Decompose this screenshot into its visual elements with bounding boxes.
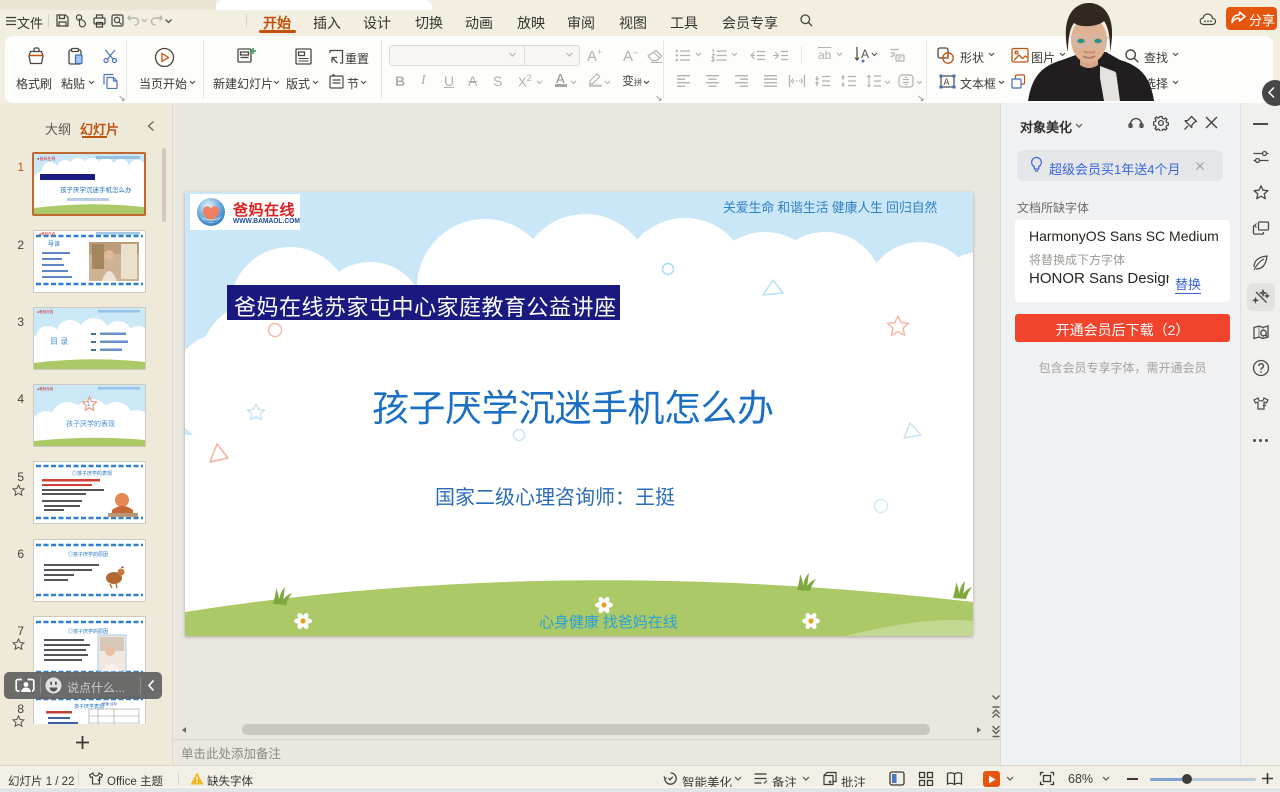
- svg-text:他律 目标: 他律 目标: [102, 701, 117, 706]
- svg-text:●爸妈在线: ●爸妈在线: [37, 309, 54, 314]
- svg-text:A: A: [944, 77, 950, 87]
- svg-text:孩子厌学的表现: 孩子厌学的表现: [66, 419, 115, 428]
- svg-text:●爸妈在线: ●爸妈在线: [37, 155, 55, 161]
- svg-text:A: A: [861, 47, 869, 61]
- svg-text:孩子厌学沉迷手机怎么办: 孩子厌学沉迷手机怎么办: [60, 185, 132, 194]
- svg-text:◎孩子厌学的原因: ◎孩子厌学的原因: [68, 628, 108, 635]
- svg-text:◎孩子厌学的表现: ◎孩子厌学的表现: [72, 470, 112, 477]
- svg-text:◎孩子厌学的原因: ◎孩子厌学的原因: [68, 551, 108, 558]
- svg-text:●爸妈在线: ●爸妈在线: [37, 386, 54, 391]
- svg-text:●爸妈在线: ●爸妈在线: [39, 231, 56, 236]
- svg-text:导读: 导读: [48, 240, 60, 248]
- svg-text:目 录: 目 录: [50, 337, 68, 346]
